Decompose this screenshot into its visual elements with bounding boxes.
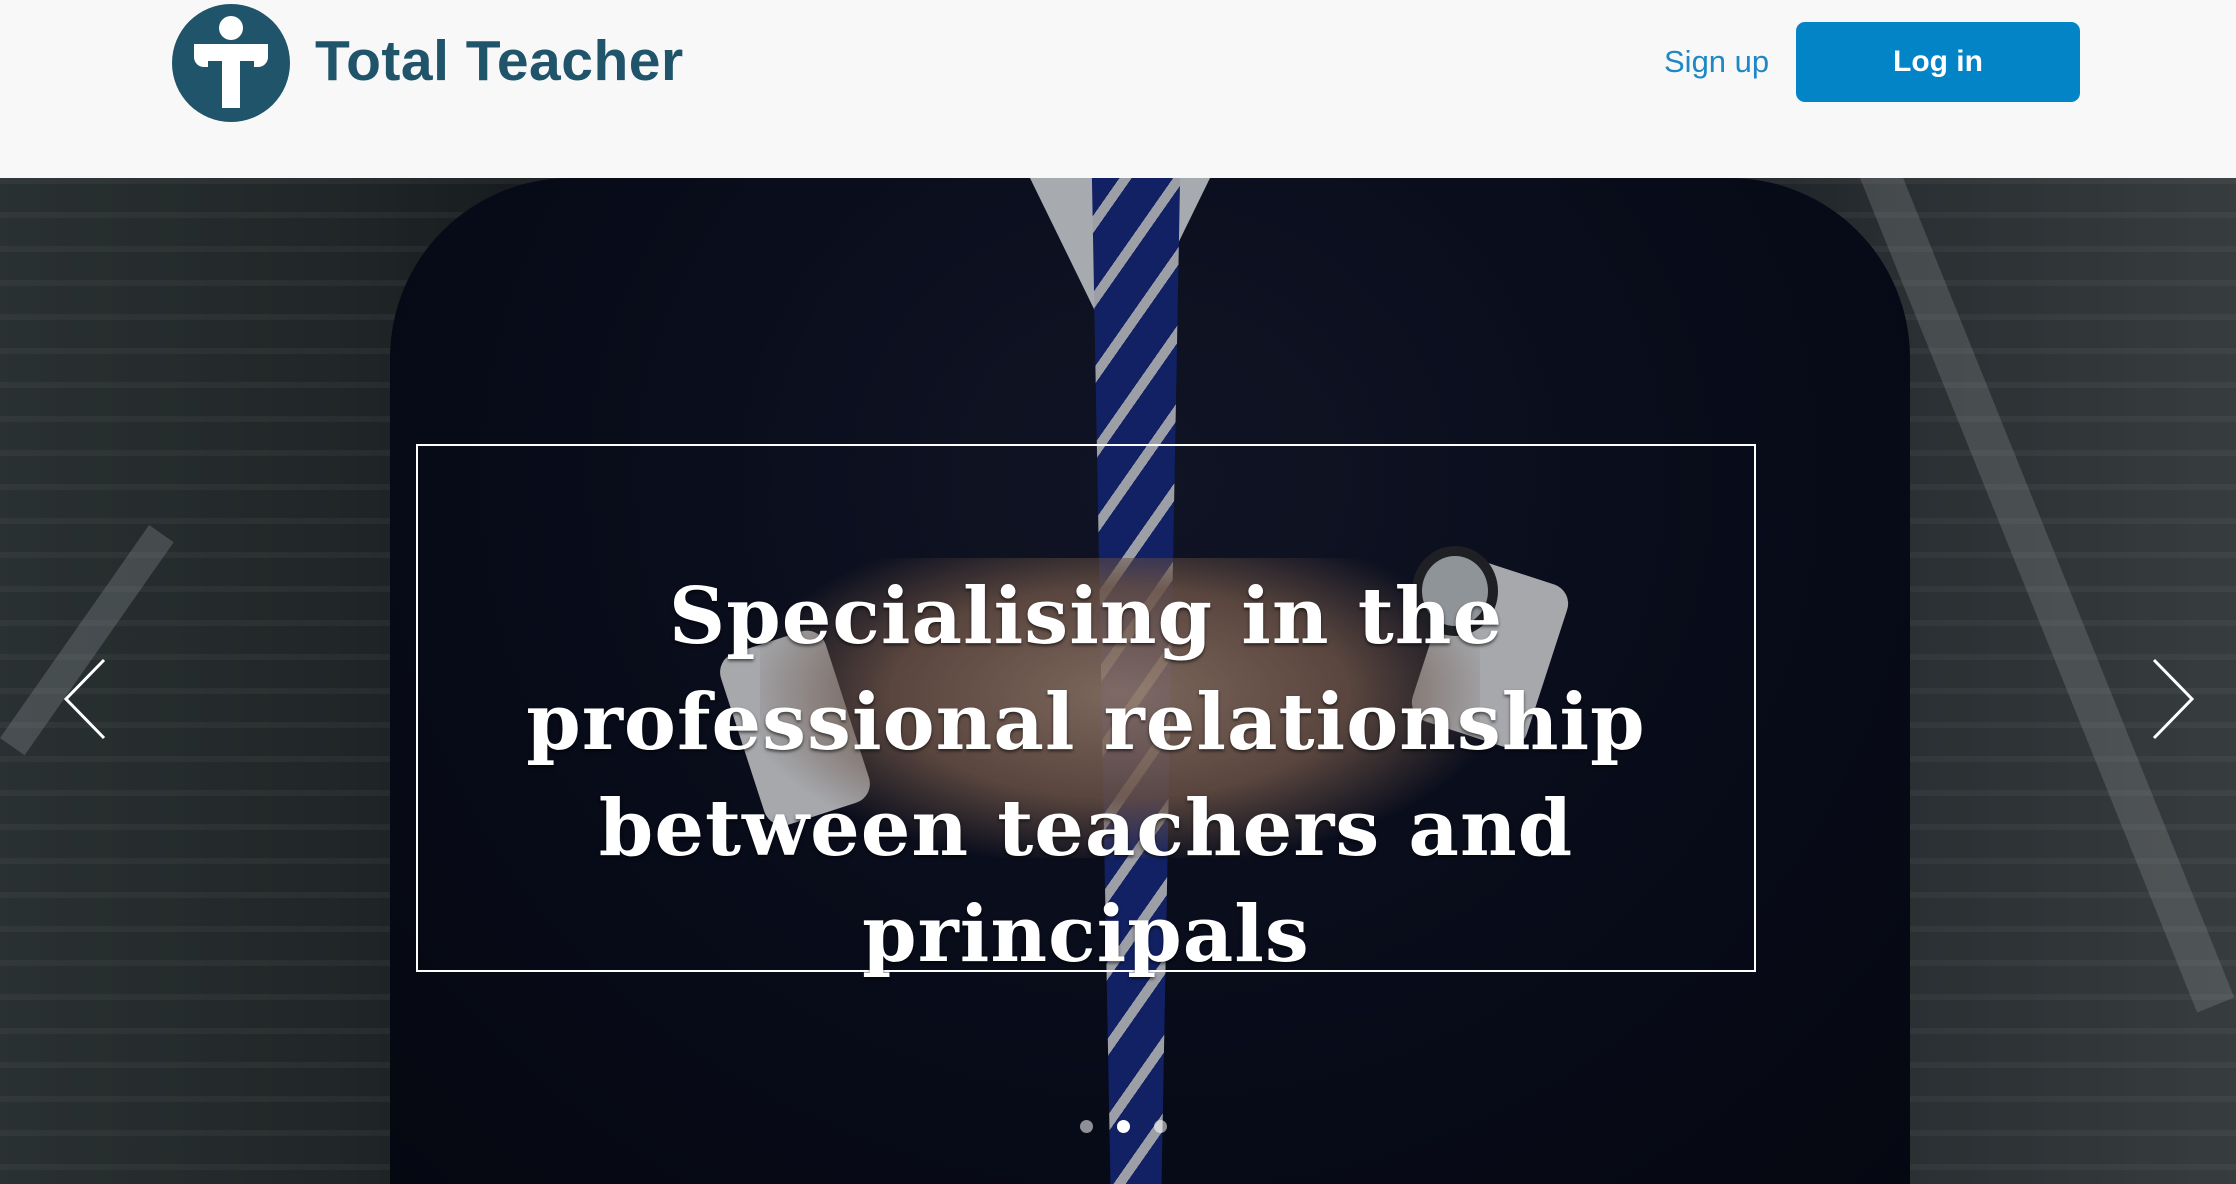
slide-dot-3[interactable] [1154, 1120, 1167, 1133]
logo-stem-shape [222, 56, 240, 108]
hero-headline: Specialising in the professional relatio… [526, 571, 1646, 980]
brand-name[interactable]: Total Teacher [315, 28, 684, 94]
chevron-left-icon[interactable] [62, 656, 108, 742]
slide-indicators [1080, 1120, 1167, 1133]
logo-head-shape [219, 16, 243, 40]
slide-dot-2[interactable] [1117, 1120, 1130, 1133]
total-teacher-logo-icon[interactable] [172, 4, 290, 122]
hero-slideshow: Specialising in the professional relatio… [0, 178, 2236, 1184]
log-in-button[interactable]: Log in [1796, 22, 2080, 102]
chevron-right-icon[interactable] [2150, 656, 2196, 742]
slide-dot-1[interactable] [1080, 1120, 1093, 1133]
sign-up-link[interactable]: Sign up [1664, 44, 1769, 80]
site-header: Total Teacher Sign up Log in [0, 0, 2236, 178]
